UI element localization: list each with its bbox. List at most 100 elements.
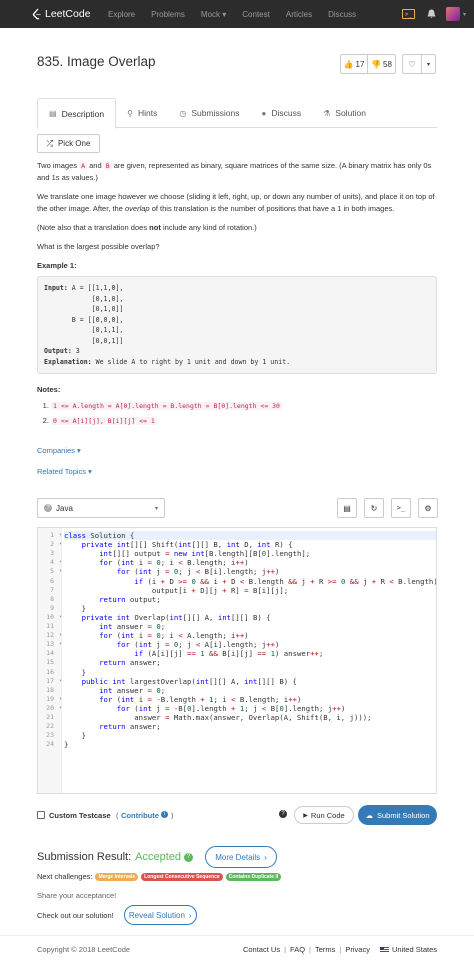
language-value: Java xyxy=(56,503,73,513)
fold-icon[interactable]: ▾ xyxy=(59,558,62,567)
code-line: private int[][] Shift(int[][] B, int D, … xyxy=(81,540,293,550)
footer-terms-link[interactable]: Terms xyxy=(315,945,335,954)
fold-icon[interactable]: ▾ xyxy=(59,640,62,649)
example-explanation-label: Explanation: xyxy=(44,357,92,366)
code-line: } xyxy=(64,667,86,677)
custom-testcase-checkbox[interactable] xyxy=(37,811,45,819)
more-details-button[interactable]: More Details › xyxy=(205,846,278,868)
code-line: int[][] output = new int[B.length][B[0].… xyxy=(99,549,311,559)
flask-icon: ⚗ xyxy=(323,108,331,118)
submit-solution-button[interactable]: ☁ Submit Solution xyxy=(358,805,437,825)
playground-icon[interactable]: >_ xyxy=(401,9,415,19)
code-editor[interactable]: class Solution { private int[][] Shift(i… xyxy=(37,527,437,794)
file-icon: ▤ xyxy=(49,109,57,118)
footer-faq-link[interactable]: FAQ xyxy=(290,945,305,954)
code-line: public int largestOverlap(int[][] A, int… xyxy=(81,676,297,686)
fold-icon[interactable]: ▾ xyxy=(59,631,62,640)
fold-icon[interactable]: ▾ xyxy=(59,531,62,540)
nav-discuss[interactable]: Discuss xyxy=(328,10,356,19)
reveal-solution-label: Reveal Solution xyxy=(128,910,185,920)
code-line: for (int i = 0; i < B.length; i++) xyxy=(99,558,249,568)
avatar[interactable] xyxy=(445,7,460,21)
nav-articles[interactable]: Articles xyxy=(286,10,312,19)
dislike-button[interactable]: 👎 58 xyxy=(368,54,396,74)
paren-open: ( xyxy=(116,811,119,820)
line-number: 7 xyxy=(50,585,54,594)
challenge-badge[interactable]: Longest Consecutive Sequence xyxy=(141,872,223,881)
challenge-badge[interactable]: Contains Duplicate II xyxy=(225,872,282,881)
line-number: 11 xyxy=(46,622,54,630)
favorite-button[interactable]: ♡ xyxy=(402,54,422,74)
code-line: } xyxy=(64,731,86,741)
chevron-right-icon: › xyxy=(188,910,192,920)
console-button[interactable]: >_ xyxy=(391,498,411,518)
tab-label: Description xyxy=(61,108,105,119)
code-line: return answer; xyxy=(99,658,161,668)
tab-submissions[interactable]: ◷ Submissions xyxy=(168,98,250,128)
footer-contact-link[interactable]: Contact Us xyxy=(243,945,280,954)
companies-toggle[interactable]: Companies ▾ xyxy=(37,446,81,455)
nav-contest[interactable]: Contest xyxy=(242,10,270,19)
reset-code-button[interactable]: ↻ xyxy=(364,498,384,518)
nav-problems[interactable]: Problems xyxy=(151,10,185,19)
separator: | xyxy=(284,945,287,954)
bell-icon[interactable] xyxy=(427,9,436,19)
text: and xyxy=(89,161,102,170)
tab-discuss[interactable]: ● Discuss xyxy=(251,98,313,128)
line-number: 24 xyxy=(46,740,54,749)
tab-label: Submissions xyxy=(191,108,240,118)
contribute-link[interactable]: Contribute xyxy=(121,811,159,820)
brand-logo[interactable]: LeetCode xyxy=(32,8,92,20)
thumbs-up-icon: 👍 xyxy=(343,59,354,69)
pick-one-label: Pick One xyxy=(57,139,91,148)
info-icon[interactable]: i xyxy=(161,811,168,818)
line-number: 20 ▾ xyxy=(46,703,62,713)
code-line: output[i + D][j + R] = B[i][j]; xyxy=(64,585,289,595)
notes-button[interactable]: ▤ xyxy=(337,498,357,518)
desc-paragraph-1: Two images A and B are given, represente… xyxy=(37,160,437,184)
fold-icon[interactable]: ▾ xyxy=(59,613,62,622)
run-code-button[interactable]: ▶ Run Code xyxy=(294,806,354,824)
desc-paragraph-2: We translate one image however we choose… xyxy=(37,191,437,215)
separator: | xyxy=(309,945,311,954)
challenge-badge[interactable]: Merge Intervals xyxy=(95,872,139,881)
text-emphasis: overlap xyxy=(124,204,150,213)
example-explanation: We slide A to right by 1 unit and down b… xyxy=(91,357,291,366)
line-number: 15 xyxy=(46,658,54,667)
more-details-label: More Details xyxy=(215,852,261,862)
related-topics-toggle[interactable]: Related Topics ▾ xyxy=(37,467,92,476)
nav-explore[interactable]: Explore xyxy=(108,10,135,19)
like-count: 17 xyxy=(355,59,365,69)
tab-description[interactable]: ▤ Description xyxy=(37,98,117,129)
fold-icon[interactable]: ▾ xyxy=(59,704,62,713)
fold-icon[interactable]: ▾ xyxy=(59,695,62,704)
line-number: 5 ▾ xyxy=(50,567,62,576)
tab-hints[interactable]: ⚲ Hints xyxy=(116,98,168,128)
question-icon[interactable]: ? xyxy=(184,852,194,862)
line-number: 10 ▾ xyxy=(46,612,62,622)
fold-icon[interactable]: ▾ xyxy=(59,677,62,686)
tab-solution[interactable]: ⚗ Solution xyxy=(312,98,377,128)
chevron-down-icon[interactable]: ▾ xyxy=(463,11,466,18)
nav-mock[interactable]: Mock ▾ xyxy=(201,10,226,19)
shuffle-icon: ⤮ xyxy=(46,138,53,148)
fold-icon[interactable]: ▾ xyxy=(59,540,62,549)
gear-icon: ⚙ xyxy=(424,503,432,513)
settings-button[interactable]: ⚙ xyxy=(418,498,438,518)
region-selector[interactable]: United States xyxy=(392,945,437,954)
pick-one-button[interactable]: ⤮ Pick One xyxy=(37,134,100,153)
code-line: private int Overlap(int[][] A, int[][] B… xyxy=(81,612,271,622)
inline-code: 0 <= A[i][j], B[i][j] <= 1 xyxy=(51,417,157,425)
dislike-count: 58 xyxy=(383,59,392,69)
line-number: 16 xyxy=(46,667,54,676)
code-line: for (int j = 0; j < A[i].length; j++) xyxy=(116,640,280,650)
more-dropdown[interactable]: ▾ xyxy=(422,54,436,74)
question-icon[interactable]: ? xyxy=(279,810,287,818)
like-button[interactable]: 👍 17 xyxy=(340,54,368,74)
file-text-icon: ▤ xyxy=(343,503,351,513)
reveal-solution-button[interactable]: Reveal Solution › xyxy=(123,905,197,925)
fold-icon[interactable]: ▾ xyxy=(59,567,62,576)
language-select[interactable]: ? Java ▾ xyxy=(37,498,165,518)
footer-privacy-link[interactable]: Privacy xyxy=(345,945,370,954)
line-number: 12 ▾ xyxy=(46,631,62,640)
